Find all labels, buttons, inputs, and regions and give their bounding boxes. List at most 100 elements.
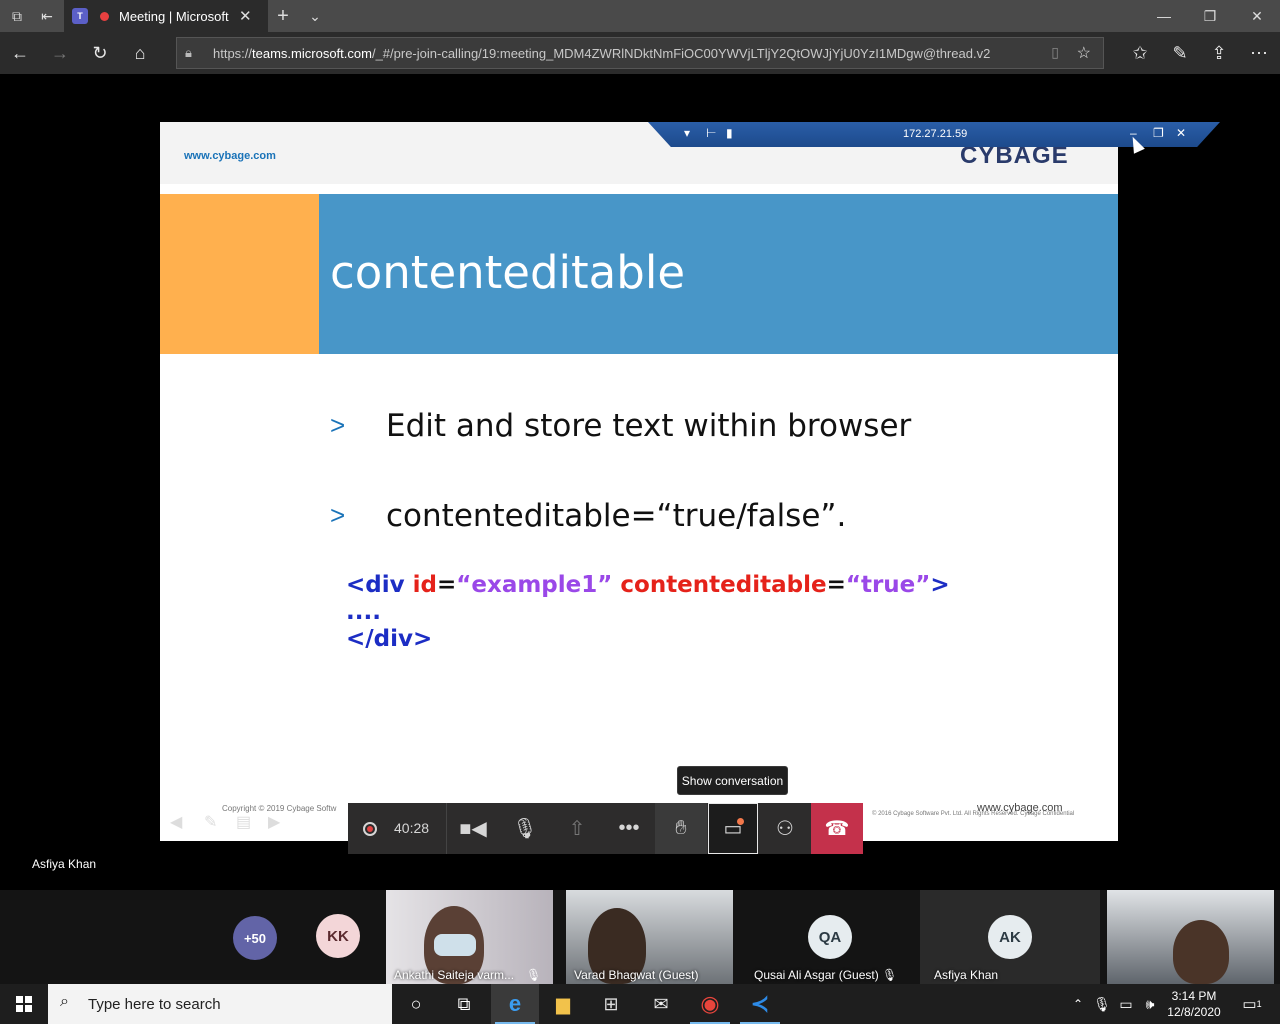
signal-icon: ▮ [726,126,733,140]
meeting-timer: 40:28 [394,820,430,836]
bullet-marker: > [330,500,346,530]
share-screen-button[interactable]: ⇧ [551,803,603,854]
rd-restore-icon[interactable]: ❐ [1153,126,1164,140]
restore-icon[interactable]: ❐ [1187,0,1233,32]
mail-icon[interactable]: ✉ [637,984,685,1024]
mic-off-icon: 🎙︎ [882,968,898,982]
pen-icon[interactable]: ✎ [1164,38,1196,68]
edge-icon[interactable]: e [491,984,539,1024]
more-icon: ••• [618,817,640,839]
clock-date: 12/8/2020 [1167,1005,1221,1019]
address-bar[interactable]: 🔒︎ https://teams.microsoft.com/_#/pre-jo… [176,37,1104,69]
slide-next-icon: ▶ [268,814,281,831]
presenter-name: Asfiya Khan [32,857,97,871]
network-icon[interactable]: ▭ [1114,984,1138,1024]
mute-button[interactable]: 🎙︎ [499,803,551,854]
tab-title: Meeting | Microsoft [119,8,229,24]
notifications-icon[interactable]: ▭ 1 [1232,984,1272,1024]
taskbar-search-box[interactable]: ⌕ Type here to search [48,984,392,1024]
mic-off-icon: 🎙︎ [526,968,542,982]
vscode-icon[interactable]: ≺ [736,984,784,1024]
slide-title: contenteditable [330,246,686,299]
bullet-text: Edit and store text within browser [386,408,912,444]
windows-taskbar: ⌕ Type here to search ○ ⧉ e ▆ ⊞ ✉ ◉ ≺ ⌃ … [0,984,1280,1024]
share-tray-icon: ⇧ [568,818,586,840]
set-aside-tabs-icon[interactable]: ⇤ [32,0,62,32]
share-icon[interactable]: ⇪ [1203,38,1235,68]
lock-icon: 🔒︎ [185,45,192,60]
video-tile[interactable]: Varad Bhagwat (Guest) [566,890,733,984]
participant-name: Varad Bhagwat (Guest) [574,968,699,982]
start-button[interactable] [0,984,48,1024]
forward-icon[interactable]: → [44,38,76,68]
hang-up-button[interactable]: ☎︎ [811,803,863,854]
home-icon[interactable]: ⌂ [124,38,156,68]
favorite-star-icon[interactable]: ☆ [1077,43,1091,63]
recording-dot-icon [100,11,109,21]
volume-icon[interactable]: 🕪︎ [1138,984,1162,1024]
pin-icon[interactable]: ⊢ [706,126,716,140]
tab-actions-icon[interactable]: ⧉ [2,0,32,32]
teams-icon: T [72,8,88,24]
more-actions-button[interactable]: ••• [603,803,655,854]
refresh-icon[interactable]: ↻ [84,38,116,68]
camera-icon: ■◀ [459,818,487,840]
hand-icon: ✋︎ [675,817,687,839]
slide-menu-icon: ▤ [236,814,252,831]
mic-off-icon: 🎙︎ [512,818,538,840]
participant-name: Asfiya Khan [934,968,999,982]
avatar: AK [988,915,1032,959]
microphone-tray-icon[interactable]: 🎙︎ [1090,984,1114,1024]
slide-footer-copyright: Copyright © 2019 Cybage Softw [222,804,337,813]
overflow-participants-button[interactable]: +50 [233,916,277,960]
slide-site-url: www.cybage.com [184,150,276,162]
slide-pen-icon: ✎ [204,814,218,831]
search-placeholder: Type here to search [88,996,221,1013]
slide-footer-url: www.cybage.com [977,802,1063,814]
windows-logo-icon [16,996,32,1012]
tray-chevron-icon[interactable]: ⌃ [1064,984,1092,1024]
new-tab-icon[interactable]: + [268,0,298,32]
avatar: KK [316,914,360,958]
raise-hand-button[interactable]: ✋︎ [655,803,707,854]
chrome-icon[interactable]: ◉ [686,984,734,1024]
bullet-text: contenteditable=“true/false”. [386,498,847,534]
rd-close-icon[interactable]: ✕ [1176,126,1186,140]
close-window-icon[interactable]: ✕ [1234,0,1280,32]
close-tab-icon[interactable]: ✕ [239,7,252,25]
back-icon[interactable]: ← [4,38,36,68]
reading-view-icon[interactable]: ▯ [1051,44,1059,61]
slide-orange-block [160,194,319,354]
task-view-icon[interactable]: ⧉ [440,984,488,1024]
more-icon[interactable]: ⋯ [1243,38,1275,68]
clock-time: 3:14 PM [1171,989,1217,1003]
participants-strip: +50 KK Ankathi Saiteja varm... 🎙︎ Varad … [0,890,1280,984]
self-video-tile[interactable] [1107,890,1274,984]
participant-tile[interactable]: QA Qusai Ali Asgar (Guest) 🎙︎ [746,890,912,984]
video-tile[interactable]: Ankathi Saiteja varm... 🎙︎ [386,890,553,984]
browser-nav-bar: ← → ↻ ⌂ 🔒︎ https://teams.microsoft.com/_… [0,32,1280,74]
pin-dropdown-icon[interactable]: ▾ [684,126,690,140]
system-clock[interactable]: 3:14 PM 12/8/2020 [1164,988,1224,1020]
camera-button[interactable]: ■◀ [447,803,499,854]
shared-slide: www.cybage.com CYBAGE contenteditable > … [160,122,1118,841]
participant-tile[interactable]: AK Asfiya Khan [920,890,1100,984]
code-example: <div id=“example1” contenteditable=“true… [346,572,950,652]
show-conversation-button[interactable]: ▭ [708,803,758,854]
browser-tab-meeting[interactable]: T Meeting | Microsoft ✕ [64,0,268,32]
cortana-icon[interactable]: ○ [392,984,440,1024]
store-icon[interactable]: ⊞ [587,984,635,1024]
participants-button[interactable]: ⚇ [759,803,811,854]
browser-tab-bar: ⧉ ⇤ T Meeting | Microsoft ✕ + ⌄ — ❐ ✕ [0,0,1280,32]
search-icon: ⌕ [60,993,69,1010]
slide-prev-icon: ◀ [170,814,183,831]
file-explorer-icon[interactable]: ▆ [539,984,587,1024]
meeting-controls: 40:28 ■◀ 🎙︎ ⇧ ••• ✋︎ ▭ ⚇ ☎︎ [348,803,863,854]
url-text: https://teams.microsoft.com/_#/pre-join-… [213,46,991,61]
participant-name: Qusai Ali Asgar (Guest) [754,968,879,982]
minimize-icon[interactable]: — [1141,0,1187,32]
show-conversation-tooltip: Show conversation [677,766,788,795]
tab-preview-chevron-icon[interactable]: ⌄ [300,0,330,32]
favorites-icon[interactable]: ✩ [1124,38,1156,68]
remote-ip: 172.27.21.59 [903,128,968,140]
